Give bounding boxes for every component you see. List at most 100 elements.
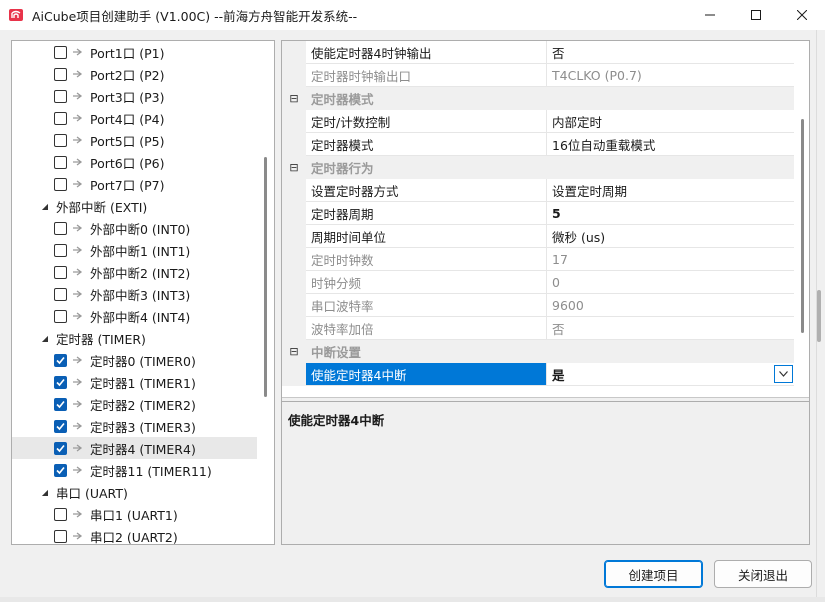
property-value[interactable]: 微秒 (us) — [547, 225, 794, 248]
property-name[interactable]: 串口波特率 — [306, 294, 547, 317]
property-row[interactable]: 定时/计数控制 内部定时 — [282, 110, 794, 133]
tree-item-checkbox[interactable] — [54, 177, 67, 191]
property-name[interactable]: 周期时间单位 — [306, 225, 547, 248]
tree-item[interactable]: Port7口 (P7) — [12, 173, 257, 195]
expand-triangle-icon[interactable]: ◢ — [40, 334, 50, 343]
property-grid[interactable]: 使能定时器4时钟输出否定时器时钟输出口 T4CLKO (P0.7) ⊟ 定时器模式 定时… — [282, 41, 809, 397]
tree-item-checkbox[interactable] — [54, 419, 67, 433]
property-value[interactable]: 否 — [547, 41, 794, 64]
tree-item[interactable]: 定时器0 (TIMER0) — [12, 349, 257, 371]
close-exit-button[interactable]: 关闭退出 — [714, 560, 812, 588]
collapse-minus-icon[interactable]: ⊟ — [282, 92, 306, 105]
tree-item[interactable]: 定时器3 (TIMER3) — [12, 415, 257, 437]
expand-triangle-icon[interactable]: ◢ — [40, 488, 50, 497]
tree-item-checkbox[interactable] — [54, 463, 67, 477]
property-name[interactable]: 使能定时器4时钟输出 — [306, 41, 547, 64]
tree-item[interactable]: Port2口 (P2) — [12, 63, 257, 85]
minimize-button[interactable] — [687, 0, 733, 30]
tree-group-item[interactable]: ◢ 外部中断 (EXTI) — [12, 195, 257, 217]
property-value[interactable]: 设置定时周期 — [547, 179, 794, 202]
property-row[interactable]: 定时器周期 5 — [282, 202, 794, 225]
tree-group-item[interactable]: ◢ 定时器 (TIMER) — [12, 327, 257, 349]
tree-item-checkbox[interactable] — [54, 309, 67, 323]
module-arrow-icon — [73, 180, 83, 188]
property-name[interactable]: 使能定时器4中断 — [306, 363, 547, 386]
tree-item[interactable]: 外部中断4 (INT4) — [12, 305, 257, 327]
tree-item-checkbox[interactable] — [54, 507, 67, 521]
collapse-minus-icon[interactable]: ⊟ — [282, 161, 306, 174]
property-name[interactable]: 定时时钟数 — [306, 248, 547, 271]
tree-item-checkbox[interactable] — [54, 133, 67, 147]
property-value: 17 — [547, 248, 794, 271]
tree-item-checkbox[interactable] — [54, 45, 67, 59]
property-row[interactable]: 使能定时器4中断是 — [282, 363, 794, 386]
tree-item[interactable]: 外部中断2 (INT2) — [12, 261, 257, 283]
property-row[interactable]: 定时器模式 16位自动重载模式 — [282, 133, 794, 156]
tree-group-item[interactable]: ◢ 串口 (UART) — [12, 481, 257, 503]
tree-item-checkbox[interactable] — [54, 441, 67, 455]
tree-item[interactable]: Port6口 (P6) — [12, 151, 257, 173]
tree-item[interactable]: 定时器2 (TIMER2) — [12, 393, 257, 415]
property-name[interactable]: 定时/计数控制 — [306, 110, 547, 133]
tree-item-checkbox[interactable] — [54, 287, 67, 301]
property-category[interactable]: ⊟ 定时器模式 — [282, 87, 794, 110]
tree-item[interactable]: Port3口 (P3) — [12, 85, 257, 107]
tree-scrollbar-thumb[interactable] — [264, 157, 267, 397]
tree-item-checkbox[interactable] — [54, 397, 67, 411]
row-gutter — [282, 41, 306, 64]
tree-item[interactable]: 外部中断0 (INT0) — [12, 217, 257, 239]
tree-item-checkbox[interactable] — [54, 111, 67, 125]
tree-item[interactable]: 定时器1 (TIMER1) — [12, 371, 257, 393]
property-scrollbar-thumb[interactable] — [801, 119, 804, 333]
collapse-minus-icon[interactable]: ⊟ — [282, 345, 306, 358]
maximize-button[interactable] — [733, 0, 779, 30]
property-name[interactable]: 定时器模式 — [306, 133, 547, 156]
tree-item[interactable]: 串口2 (UART2) — [12, 525, 257, 544]
property-value[interactable]: 是 — [547, 363, 794, 386]
property-name[interactable]: 定时器时钟输出口 — [306, 64, 547, 87]
tree-item[interactable]: 外部中断1 (INT1) — [12, 239, 257, 261]
tree-item-checkbox[interactable] — [54, 265, 67, 279]
create-project-button[interactable]: 创建项目 — [604, 560, 703, 588]
row-gutter — [282, 225, 306, 248]
property-row[interactable]: 定时时钟数 17 — [282, 248, 794, 271]
property-row[interactable]: 时钟分频 0 — [282, 271, 794, 294]
tree-item[interactable]: Port5口 (P5) — [12, 129, 257, 151]
dropdown-button[interactable] — [774, 365, 793, 383]
tree-item-checkbox[interactable] — [54, 353, 67, 367]
property-value[interactable]: 16位自动重载模式 — [547, 133, 794, 156]
property-name[interactable]: 设置定时器方式 — [306, 179, 547, 202]
property-name[interactable]: 波特率加倍 — [306, 317, 547, 340]
tree-item[interactable]: Port1口 (P1) — [12, 41, 257, 63]
property-name[interactable]: 时钟分频 — [306, 271, 547, 294]
property-row[interactable]: 串口波特率 9600 — [282, 294, 794, 317]
property-row[interactable]: 定时器时钟输出口 T4CLKO (P0.7) — [282, 64, 794, 87]
tree-item-checkbox[interactable] — [54, 221, 67, 235]
close-button[interactable] — [779, 0, 825, 30]
expand-triangle-icon[interactable]: ◢ — [40, 202, 50, 211]
tree-item[interactable]: Port4口 (P4) — [12, 107, 257, 129]
property-category[interactable]: ⊟ 定时器行为 — [282, 156, 794, 179]
property-row[interactable]: 设置定时器方式 设置定时周期 — [282, 179, 794, 202]
tree-item[interactable]: 定时器11 (TIMER11) — [12, 459, 257, 481]
tree-item[interactable]: 定时器4 (TIMER4) — [12, 437, 257, 459]
property-row[interactable]: 波特率加倍否 — [282, 317, 794, 340]
property-value[interactable]: 内部定时 — [547, 110, 794, 133]
tree-item-checkbox[interactable] — [54, 67, 67, 81]
tree-item-checkbox[interactable] — [54, 529, 67, 543]
module-arrow-icon — [73, 378, 83, 386]
tree-item[interactable]: 串口1 (UART1) — [12, 503, 257, 525]
property-category[interactable]: ⊟ 中断设置 — [282, 340, 794, 363]
row-gutter — [282, 133, 306, 156]
property-value-text: 0 — [552, 274, 560, 290]
tree-item-checkbox[interactable] — [54, 375, 67, 389]
property-row[interactable]: 周期时间单位 微秒 (us) — [282, 225, 794, 248]
tree-item-checkbox[interactable] — [54, 89, 67, 103]
tree-item-checkbox[interactable] — [54, 155, 67, 169]
property-name[interactable]: 定时器周期 — [306, 202, 547, 225]
tree-item-checkbox[interactable] — [54, 243, 67, 257]
property-value[interactable]: 5 — [547, 202, 794, 225]
tree-item[interactable]: 外部中断3 (INT3) — [12, 283, 257, 305]
peripheral-tree[interactable]: Port1口 (P1) Port2口 (P2) Port3口 (P3) Port4口 … — [11, 40, 275, 545]
property-row[interactable]: 使能定时器4时钟输出否 — [282, 41, 794, 64]
